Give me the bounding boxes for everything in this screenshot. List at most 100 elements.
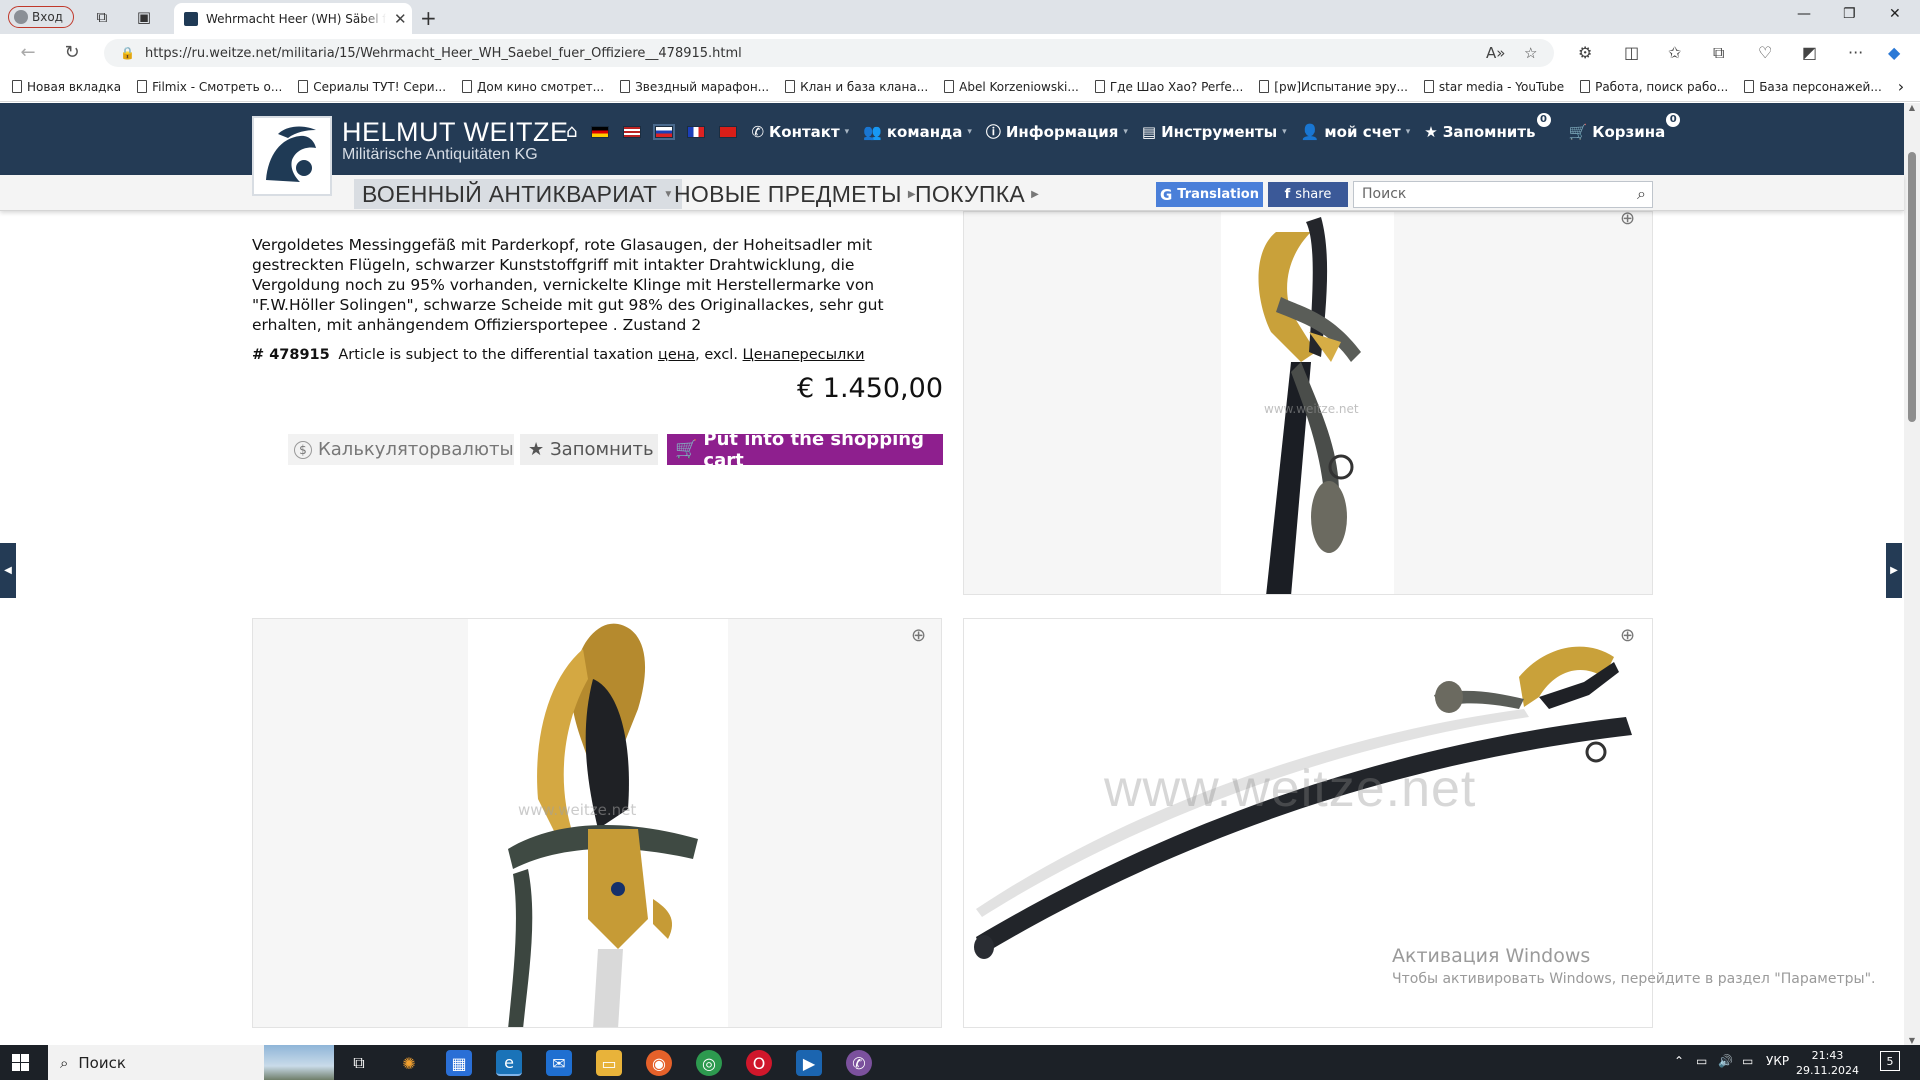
opera-icon[interactable]: O (746, 1050, 772, 1076)
keyboard-language[interactable]: УКР (1766, 1054, 1789, 1068)
favorites-icon[interactable]: ✩ (1668, 43, 1681, 62)
volume-icon[interactable]: 🔊 (1718, 1054, 1733, 1068)
bookmark-item[interactable]: Дом кино смотрет... (462, 80, 604, 94)
previous-item-arrow-icon[interactable]: ◀ (0, 543, 16, 598)
add-to-cart-button[interactable]: 🛒 Put into the shopping cart (667, 429, 943, 471)
clock[interactable]: 21:43 29.11.2024 (1796, 1048, 1859, 1078)
close-tab-icon[interactable]: ✕ (394, 10, 407, 28)
site-logo[interactable] (252, 116, 332, 196)
copilot-icon[interactable]: ◆ (1888, 43, 1900, 62)
flag-cn-icon[interactable] (719, 125, 738, 138)
home-icon[interactable]: ⌂ (566, 121, 577, 142)
scroll-up-icon[interactable]: ▲ (1904, 103, 1920, 112)
file-explorer-icon[interactable]: ▭ (596, 1050, 622, 1076)
site-favicon-icon (184, 11, 198, 26)
zoom-in-icon[interactable]: ⊕ (1620, 625, 1642, 647)
flag-fr-icon[interactable] (687, 125, 706, 138)
page-icon (1744, 80, 1755, 93)
nav-info[interactable]: ⓘ Информация ▾ (986, 121, 1128, 142)
restore-icon[interactable]: ❐ (1843, 6, 1856, 22)
viber-icon[interactable]: ✆ (846, 1050, 872, 1076)
workspaces-icon[interactable]: ⧉ (92, 7, 112, 27)
back-icon[interactable]: ← (16, 42, 40, 63)
bookmark-item[interactable]: Filmix - Смотреть о... (137, 80, 282, 94)
flag-us-icon[interactable] (623, 125, 642, 138)
extensions-icon[interactable]: ⚙ (1578, 43, 1592, 62)
app-sun-icon[interactable]: ✺ (396, 1050, 422, 1076)
active-tab[interactable]: Wehrmacht Heer (WH) Säbel für Offiziere … (174, 3, 412, 34)
scroll-down-icon[interactable]: ▼ (1904, 1036, 1920, 1045)
page-icon (1580, 80, 1591, 93)
nav-military-antiques[interactable]: ВОЕННЫЙ АНТИКВАРИАТ ▼ (354, 179, 682, 209)
translation-button[interactable]: G Translation (1156, 182, 1263, 207)
chrome-icon[interactable]: ◎ (696, 1050, 722, 1076)
nav-tools[interactable]: ▤ Инструменты ▾ (1142, 123, 1287, 141)
product-image[interactable]: ⊕ www.weitze.net (252, 618, 942, 1028)
bookmark-item[interactable]: Новая вкладка (12, 80, 121, 94)
bookmark-item[interactable]: Abel Korzeniowski... (944, 80, 1079, 94)
address-bar[interactable]: 🔒 https://ru.weitze.net/militaria/15/Weh… (104, 39, 1554, 67)
next-item-arrow-icon[interactable]: ▶ (1886, 543, 1902, 598)
shipping-price-link[interactable]: Ценапересылки (743, 347, 865, 363)
favorite-star-icon[interactable]: ☆ (1524, 44, 1537, 62)
bookmark-item[interactable]: Клан и база клана... (785, 80, 928, 94)
minimize-icon[interactable]: — (1797, 6, 1811, 22)
split-screen-icon[interactable]: ◫ (1624, 43, 1639, 62)
bookmark-item[interactable]: Сериалы ТУТ! Сери... (298, 80, 446, 94)
reload-icon[interactable]: ↻ (60, 42, 84, 63)
nav-cart[interactable]: 🛒 Корзина 0 (1569, 112, 1685, 141)
task-view-icon[interactable]: ⧉ (346, 1050, 372, 1076)
currency-calculator-button[interactable]: $ Калькуляторвалюты (288, 434, 514, 465)
nav-contact[interactable]: ✆ Контакт ▾ (751, 123, 849, 141)
price-link[interactable]: цена (658, 347, 695, 363)
flag-de-icon[interactable] (591, 125, 610, 138)
bookmark-item[interactable]: Где Шао Хао? Perfe... (1094, 80, 1243, 94)
product-image[interactable]: ⊕ www.weitze.net (963, 211, 1653, 595)
brand-subtitle: Militärische Antiquitäten KG (342, 146, 538, 163)
meet-now-icon[interactable]: ▭ (1696, 1054, 1707, 1068)
remember-button[interactable]: ★ Запомнить (520, 434, 658, 465)
edge-browser-icon[interactable]: e (496, 1050, 522, 1076)
browser-essentials-icon[interactable]: ♡ (1758, 43, 1772, 62)
nav-purchase[interactable]: ПОКУПКА ▶ (915, 179, 1039, 209)
search-input[interactable]: Поиск ⌕ (1353, 181, 1653, 208)
scrollbar-thumb[interactable] (1908, 152, 1916, 422)
nav-team[interactable]: 👥 команда ▾ (863, 123, 972, 141)
close-window-icon[interactable]: ✕ (1889, 6, 1901, 22)
zoom-in-icon[interactable]: ⊕ (1620, 212, 1642, 230)
brand[interactable]: HELMUT WEITZE Militärische Antiquitäten … (342, 117, 569, 164)
page-scrollbar[interactable]: ▲ ▼ (1904, 103, 1920, 1045)
bookmarks-more-chevron-icon[interactable]: › (1898, 77, 1904, 96)
performance-icon[interactable]: ◩ (1802, 43, 1817, 62)
bookmark-item[interactable]: Работа, поиск рабо... (1580, 80, 1728, 94)
bookmark-item[interactable]: База персонажей... (1744, 80, 1882, 94)
show-hidden-icons-icon[interactable]: ⌃ (1674, 1054, 1684, 1068)
zoom-in-icon[interactable]: ⊕ (911, 625, 933, 647)
bookmark-item[interactable]: star media - YouTube (1423, 80, 1564, 94)
store-icon[interactable]: ▦ (446, 1050, 472, 1076)
nav-new-items[interactable]: НОВЫЕ ПРЕДМЕТЫ ▶ (674, 179, 916, 209)
more-menu-icon[interactable]: ··· (1848, 43, 1863, 62)
flag-ru-icon[interactable] (653, 123, 676, 140)
lock-icon[interactable]: 🔒 (120, 46, 135, 60)
collections-icon[interactable]: ⧉ (1713, 43, 1724, 63)
notifications-icon[interactable]: 5 (1880, 1051, 1900, 1071)
taskbar-search[interactable]: ⌕ Поиск (48, 1045, 334, 1080)
mail-icon[interactable]: ✉ (546, 1050, 572, 1076)
media-player-icon[interactable]: ▶ (796, 1050, 822, 1076)
facebook-share-button[interactable]: f share (1268, 182, 1348, 207)
bookmarks-bar: Новая вкладка Filmix - Смотреть о... Сер… (0, 72, 1920, 102)
windows-start-icon[interactable] (12, 1054, 29, 1071)
network-icon[interactable]: ▭ (1742, 1054, 1753, 1068)
profile-button[interactable]: Вход (8, 6, 74, 28)
new-tab-icon[interactable]: + (420, 6, 437, 30)
read-aloud-icon[interactable]: A» (1486, 44, 1505, 62)
firefox-icon[interactable]: ◉ (646, 1050, 672, 1076)
tab-actions-icon[interactable]: ▣ (134, 7, 154, 27)
bookmark-item[interactable]: [pw]Испытание эру... (1259, 80, 1408, 94)
caret-right-icon: ▶ (1031, 188, 1040, 200)
nav-remember[interactable]: ★ Запомнить 0 (1424, 112, 1554, 141)
search-icon[interactable]: ⌕ (1637, 184, 1646, 204)
bookmark-item[interactable]: Звездный марафон... (620, 80, 769, 94)
nav-account[interactable]: 👤 мой счет ▾ (1301, 123, 1411, 141)
